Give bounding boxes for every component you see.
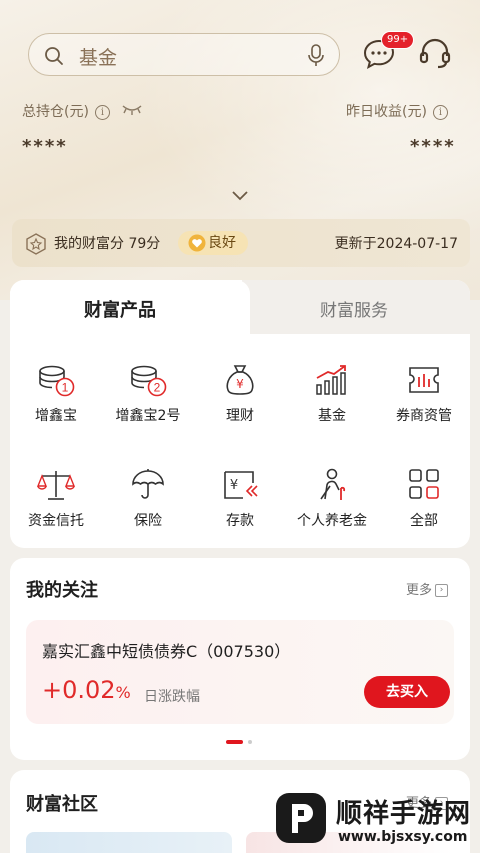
product-zengxinbao-2[interactable]: 2 增鑫宝2号 — [102, 363, 194, 425]
product-label: 增鑫宝 — [35, 408, 77, 424]
svg-text:¥: ¥ — [236, 377, 244, 391]
score-status-badge: 良好 — [178, 231, 248, 255]
carousel-indicator — [226, 730, 256, 749]
coins-2-icon: 2 — [102, 363, 194, 397]
community-thumbnail[interactable] — [26, 832, 232, 853]
product-label: 资金信托 — [28, 513, 84, 529]
coins-1-icon: 1 — [10, 363, 102, 397]
watermark-logo-icon — [274, 791, 328, 849]
fund-change-value: +0.02 — [42, 676, 116, 704]
tab-wealth-products-label: 财富产品 — [84, 300, 156, 321]
watermark-url: www.bjsxsy.com — [338, 829, 468, 845]
product-label: 保险 — [134, 513, 162, 529]
watermark-title: 顺祥手游网 — [336, 799, 472, 829]
yesterday-earnings-value: **** — [410, 136, 456, 157]
score-status-text: 良好 — [208, 235, 236, 251]
product-trust[interactable]: 资金信托 — [10, 468, 102, 530]
svg-text:1: 1 — [62, 381, 69, 395]
score-updated-date: 更新于2024-07-17 — [334, 236, 458, 252]
info-icon[interactable]: i — [94, 104, 110, 120]
my-follow-card: 我的关注 更多 › 嘉实汇鑫中短债债券C（007530） +0.02% 日涨跌幅 … — [10, 558, 470, 760]
product-label: 券商资管 — [396, 408, 452, 424]
fund-change: +0.02% — [42, 676, 131, 704]
yesterday-earnings-text: 昨日收益(元) — [346, 104, 427, 120]
total-holdings-text: 总持仓(元) — [22, 104, 89, 120]
yesterday-earnings-label: 昨日收益(元) i — [346, 101, 448, 121]
message-badge: 99+ — [381, 31, 415, 49]
search-bar[interactable]: 基金 — [28, 33, 340, 76]
search-icon — [44, 46, 64, 70]
wealth-score-bar[interactable]: 我的财富分 79分 良好 更新于2024-07-17 — [12, 219, 470, 267]
customer-service-icon[interactable] — [418, 37, 452, 75]
total-holdings-value: **** — [22, 136, 68, 157]
product-label: 理财 — [226, 408, 254, 424]
medal-icon — [25, 233, 47, 259]
eye-closed-icon[interactable] — [122, 104, 142, 120]
product-label: 增鑫宝2号 — [115, 408, 181, 424]
chevron-down-icon[interactable] — [231, 187, 249, 206]
wealth-score-text: 我的财富分 79分 — [54, 236, 161, 252]
money-bag-icon: ¥ — [194, 363, 286, 397]
wealth-community-title: 财富社区 — [26, 794, 98, 815]
search-placeholder: 基金 — [79, 47, 118, 69]
product-zengxinbao[interactable]: 1 增鑫宝 — [10, 363, 102, 425]
more-link[interactable]: 更多 › — [406, 579, 449, 598]
tab-wealth-services-label: 财富服务 — [320, 301, 388, 321]
wealth-products-card: 财富产品 财富服务 1 增鑫宝 2 增鑫宝2号 ¥ 理财 基金 券商资管 资金信… — [10, 280, 470, 548]
fund-name: 嘉实汇鑫中短债债券C（007530） — [42, 642, 291, 661]
product-label: 全部 — [410, 513, 438, 529]
grid-icon — [378, 468, 470, 502]
product-personal-pension[interactable]: 个人养老金 — [286, 468, 378, 530]
bar-trend-icon — [286, 363, 378, 397]
ticket-chart-icon — [378, 363, 470, 397]
chevron-right-icon: › — [435, 584, 449, 597]
balance-scale-icon — [10, 468, 102, 502]
product-label: 个人养老金 — [297, 513, 367, 529]
total-holdings-label: 总持仓(元) i — [22, 101, 142, 121]
fund-change-unit: % — [115, 683, 131, 702]
product-all[interactable]: 全部 — [378, 468, 470, 530]
product-deposit[interactable]: ¥ 存款 — [194, 468, 286, 530]
product-insurance[interactable]: 保险 — [102, 468, 194, 530]
more-text: 更多 — [406, 583, 433, 598]
site-watermark: 顺祥手游网 www.bjsxsy.com — [270, 783, 480, 853]
product-label: 基金 — [318, 408, 346, 424]
elder-icon — [286, 468, 378, 502]
product-wealth-management[interactable]: ¥ 理财 — [194, 363, 286, 425]
fund-change-label: 日涨跌幅 — [144, 689, 200, 705]
svg-text:¥: ¥ — [230, 478, 238, 493]
my-follow-title: 我的关注 — [26, 580, 98, 601]
buy-button[interactable]: 去买入 — [364, 676, 450, 708]
followed-fund-item[interactable]: 嘉实汇鑫中短债债券C（007530） +0.02% 日涨跌幅 去买入 — [26, 620, 454, 724]
info-icon[interactable]: i — [432, 104, 448, 120]
product-fund[interactable]: 基金 — [286, 363, 378, 425]
product-broker-asset-management[interactable]: 券商资管 — [378, 363, 470, 425]
heart-icon — [188, 234, 206, 260]
umbrella-icon — [102, 468, 194, 502]
product-label: 存款 — [226, 513, 254, 529]
deposit-icon: ¥ — [194, 468, 286, 502]
svg-text:2: 2 — [154, 381, 161, 395]
microphone-icon[interactable] — [307, 44, 325, 72]
